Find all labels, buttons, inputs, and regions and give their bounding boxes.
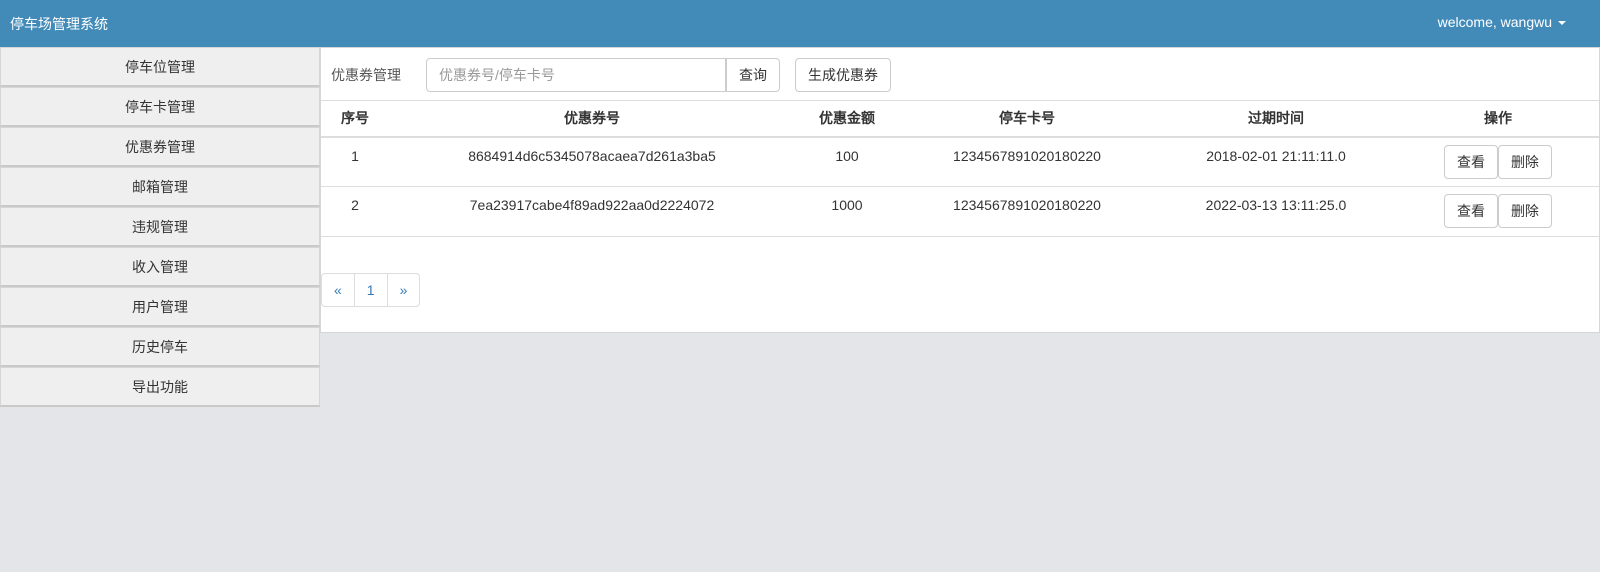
cell-card-no: 1234567891020180220 [899, 186, 1155, 237]
cell-actions: 查看 删除 [1397, 136, 1599, 187]
pagination-next-button[interactable]: » [386, 273, 421, 307]
column-header-actions: 操作 [1397, 100, 1599, 138]
sidebar-item-income[interactable]: 收入管理 [0, 247, 320, 287]
sidebar-item-violation[interactable]: 违规管理 [0, 207, 320, 247]
delete-button[interactable]: 删除 [1497, 144, 1552, 179]
pagination: « 1 » [321, 273, 421, 307]
view-button[interactable]: 查看 [1444, 194, 1499, 228]
top-navbar: 停车场管理系统 welcome, wangwu [0, 0, 1600, 47]
view-button[interactable]: 查看 [1444, 144, 1499, 179]
search-input[interactable] [426, 58, 726, 92]
user-greeting: welcome, wangwu [1437, 14, 1552, 30]
cell-expire-time: 2018-02-01 21:11:11.0 [1155, 136, 1397, 187]
column-header-card-no: 停车卡号 [899, 100, 1155, 138]
sidebar-item-parking-space[interactable]: 停车位管理 [0, 47, 320, 87]
sidebar-item-history[interactable]: 历史停车 [0, 327, 320, 367]
coupon-table: 序号 优惠券号 优惠金额 停车卡号 过期时间 操作 1 8684914d6c53… [321, 100, 1599, 237]
delete-button[interactable]: 删除 [1497, 194, 1552, 228]
column-header-amount: 优惠金额 [795, 100, 899, 138]
cell-actions: 查看 删除 [1397, 186, 1599, 237]
generate-coupon-button[interactable]: 生成优惠券 [795, 58, 891, 92]
cell-index: 2 [321, 186, 389, 237]
column-header-coupon-no: 优惠券号 [389, 100, 795, 138]
cell-card-no: 1234567891020180220 [899, 136, 1155, 187]
table-header-row: 序号 优惠券号 优惠金额 停车卡号 过期时间 操作 [321, 100, 1599, 138]
pagination-page-1[interactable]: 1 [353, 273, 388, 307]
sidebar-item-user[interactable]: 用户管理 [0, 287, 320, 327]
sidebar: 停车位管理 停车卡管理 优惠券管理 邮箱管理 违规管理 收入管理 用户管理 历史… [0, 47, 320, 407]
cell-amount: 1000 [795, 186, 899, 237]
cell-amount: 100 [795, 136, 899, 187]
section-title: 优惠券管理 [331, 67, 401, 83]
cell-coupon-no: 7ea23917cabe4f89ad922aa0d2224072 [389, 186, 795, 237]
sidebar-item-coupon[interactable]: 优惠券管理 [0, 127, 320, 167]
column-header-expire-time: 过期时间 [1155, 100, 1397, 138]
table-row: 2 7ea23917cabe4f89ad922aa0d2224072 1000 … [321, 186, 1599, 237]
column-header-index: 序号 [321, 100, 389, 138]
sidebar-item-parking-card[interactable]: 停车卡管理 [0, 87, 320, 127]
cell-index: 1 [321, 136, 389, 187]
sidebar-item-export[interactable]: 导出功能 [0, 367, 320, 407]
user-menu-dropdown[interactable]: welcome, wangwu [1438, 14, 1566, 30]
query-button[interactable]: 查询 [726, 58, 780, 92]
cell-coupon-no: 8684914d6c5345078acaea7d261a3ba5 [389, 136, 795, 187]
sidebar-item-mailbox[interactable]: 邮箱管理 [0, 167, 320, 207]
caret-down-icon [1558, 21, 1566, 25]
app-title[interactable]: 停车场管理系统 [10, 14, 108, 34]
toolbar: 优惠券管理 查询 生成优惠券 [321, 48, 1599, 100]
cell-expire-time: 2022-03-13 13:11:25.0 [1155, 186, 1397, 237]
main-panel: 优惠券管理 查询 生成优惠券 序号 优惠券号 优惠金额 停车卡号 过期时间 操作 [320, 47, 1600, 333]
table-row: 1 8684914d6c5345078acaea7d261a3ba5 100 1… [321, 136, 1599, 187]
pagination-prev-button[interactable]: « [321, 273, 355, 307]
